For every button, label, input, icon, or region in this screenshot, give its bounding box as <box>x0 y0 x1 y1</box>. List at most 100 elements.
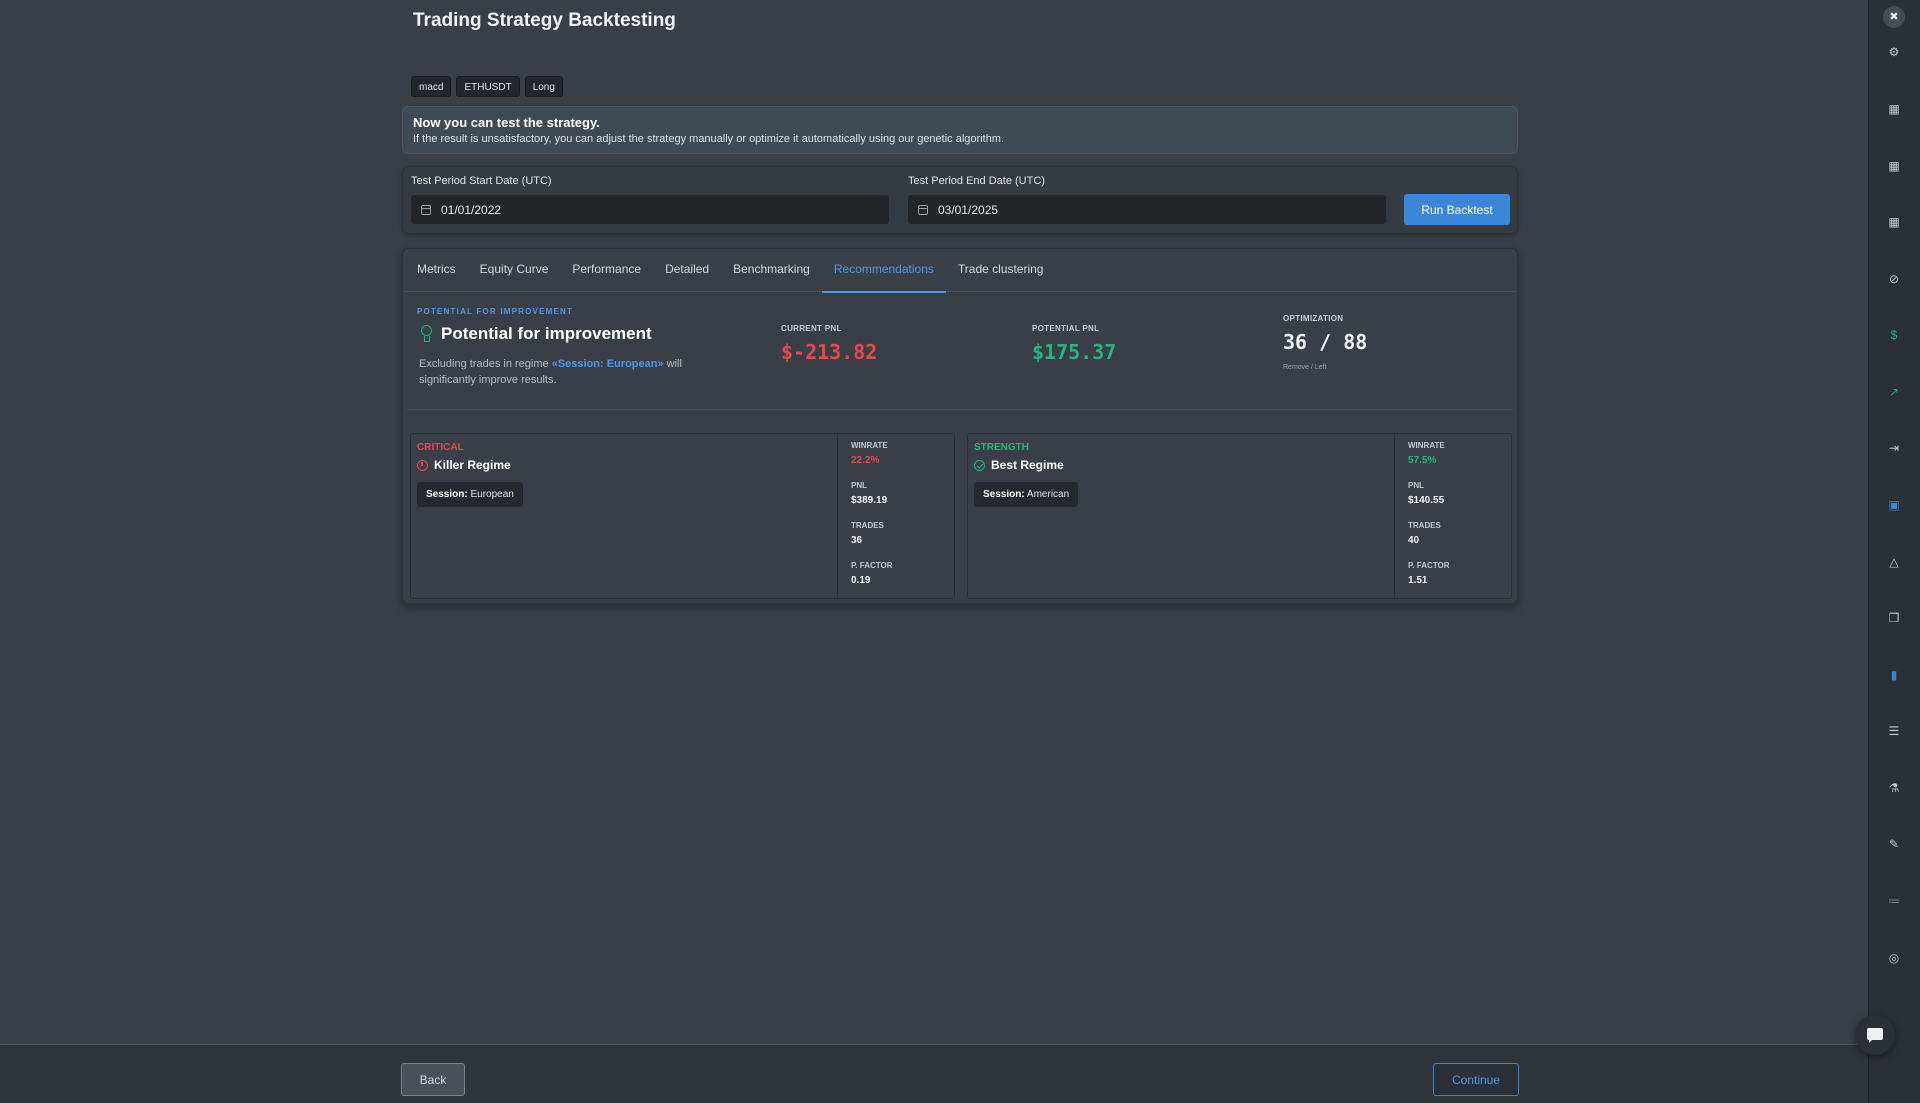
pfactor-stat: P. FACTOR 0.19 <box>851 561 954 601</box>
save-icon[interactable]: ▣ <box>1882 495 1906 515</box>
winrate-value: 57.5% <box>1408 455 1437 466</box>
regime-main: CRITICAL Killer Regime Session: European <box>417 442 523 507</box>
page-title: Trading Strategy Backtesting <box>413 10 676 31</box>
gear-icon[interactable]: ⚙ <box>1882 42 1906 62</box>
winrate-stat: WINRATE 57.5% <box>1408 441 1511 481</box>
check-circle-icon[interactable]: ◎ <box>1882 948 1906 968</box>
pfactor-value: 1.51 <box>1408 575 1428 586</box>
pnl-stat: PNL $140.55 <box>1408 481 1511 521</box>
end-date-label: Test Period End Date (UTC) <box>908 175 1045 187</box>
current-pnl-label: CURRENT PNL <box>781 324 842 333</box>
tab-detailed[interactable]: Detailed <box>653 249 721 292</box>
regime-heading: Best Regime <box>974 458 1078 472</box>
end-date-value: 03/01/2025 <box>938 202 999 217</box>
end-date-group: Test Period End Date (UTC) 03/01/2025 <box>908 175 1386 224</box>
copy-icon[interactable]: ❐ <box>1882 608 1906 628</box>
strategy-tags: macd ETHUSDT Long <box>411 76 563 97</box>
chart-icon[interactable]: ▦ <box>1882 156 1906 176</box>
chart-icon[interactable]: ▦ <box>1882 212 1906 232</box>
session-value: American <box>1026 489 1070 500</box>
pfactor-stat: P. FACTOR 1.51 <box>1408 561 1511 601</box>
list-icon[interactable]: ☰ <box>1882 721 1906 741</box>
regime-stats: WINRATE 57.5% PNL $140.55 TRADES 40 P. F… <box>1394 434 1511 598</box>
trades-label: TRADES <box>851 521 884 530</box>
optimization-label: OPTIMIZATION <box>1283 314 1344 323</box>
tab-metrics[interactable]: Metrics <box>405 249 468 292</box>
check-circle-icon <box>974 459 985 471</box>
tab-recommendations[interactable]: Recommendations <box>821 249 946 293</box>
session-chip: Session: European <box>417 482 523 507</box>
flask-icon[interactable]: ⚗ <box>1882 778 1906 798</box>
thermometer-icon[interactable]: ▮ <box>1882 665 1906 685</box>
regime-name: Best Regime <box>991 458 1064 472</box>
ban-icon[interactable]: ⊘ <box>1882 269 1906 289</box>
tab-benchmarking[interactable]: Benchmarking <box>721 249 822 292</box>
session-key: Session: <box>983 489 1025 500</box>
footer-bar: Back Continue <box>0 1044 1868 1103</box>
tag-symbol: ETHUSDT <box>456 76 520 97</box>
improvement-description: Excluding trades in regime «Session: Eur… <box>419 356 699 388</box>
improvement-eyebrow: POTENTIAL FOR IMPROVEMENT <box>417 307 574 316</box>
current-pnl-metric: CURRENT PNL $-213.82 <box>781 324 877 364</box>
logout-icon[interactable]: ⇥ <box>1882 438 1906 458</box>
back-button[interactable]: Back <box>401 1063 465 1096</box>
potential-pnl-metric: POTENTIAL PNL $175.37 <box>1032 324 1116 364</box>
calendar-icon <box>421 204 431 215</box>
date-range-panel: Test Period Start Date (UTC) 01/01/2022 … <box>402 166 1518 234</box>
calendar-icon <box>918 204 928 215</box>
tab-trade-clustering[interactable]: Trade clustering <box>946 249 1056 292</box>
pnl-label: PNL <box>1408 481 1424 490</box>
trades-stat: TRADES 36 <box>851 521 954 561</box>
chart-icon[interactable]: ▦ <box>1882 99 1906 119</box>
trend-icon[interactable]: ↗ <box>1882 382 1906 402</box>
results-tabs: Metrics Equity Curve Performance Detaile… <box>403 249 1517 293</box>
alert-circle-icon <box>417 459 428 471</box>
optimization-value: 36 / 88 <box>1283 330 1368 354</box>
pfactor-value: 0.19 <box>851 575 871 586</box>
pin-icon[interactable]: ✖ <box>1883 6 1905 28</box>
tab-performance[interactable]: Performance <box>560 249 653 292</box>
chat-button[interactable] <box>1855 1015 1895 1055</box>
session-chip: Session: American <box>974 482 1079 507</box>
start-date-value: 01/01/2022 <box>441 202 502 217</box>
regime-cards: CRITICAL Killer Regime Session: European… <box>410 433 1512 599</box>
regime-kind: CRITICAL <box>417 442 464 453</box>
pnl-value: $140.55 <box>1408 495 1445 506</box>
results-panel: Metrics Equity Curve Performance Detaile… <box>402 248 1518 604</box>
run-backtest-button[interactable]: Run Backtest <box>1404 194 1510 225</box>
info-text: If the result is unsatisfactory, you can… <box>413 133 1005 145</box>
pencil-icon[interactable]: ✎ <box>1882 834 1906 854</box>
winrate-stat: WINRATE 22.2% <box>851 441 954 481</box>
dollar-icon[interactable]: $ <box>1882 325 1906 345</box>
start-date-input[interactable]: 01/01/2022 <box>411 195 889 224</box>
start-date-group: Test Period Start Date (UTC) 01/01/2022 <box>411 175 889 224</box>
winrate-value: 22.2% <box>851 455 880 466</box>
end-date-input[interactable]: 03/01/2025 <box>908 195 1386 224</box>
current-pnl-value: $-213.82 <box>781 340 878 364</box>
potential-pnl-label: POTENTIAL PNL <box>1032 324 1100 333</box>
winrate-label: WINRATE <box>1408 441 1445 450</box>
pnl-stat: PNL $389.19 <box>851 481 954 521</box>
optimization-sublabel: Remove / Left <box>1283 364 1327 371</box>
trades-value: 36 <box>851 535 863 546</box>
potential-pnl-value: $175.37 <box>1032 340 1117 364</box>
session-key: Session: <box>426 489 468 500</box>
continue-button[interactable]: Continue <box>1433 1063 1519 1096</box>
start-date-label: Test Period Start Date (UTC) <box>411 175 552 187</box>
tag-direction: Long <box>524 76 563 97</box>
improvement-summary: POTENTIAL FOR IMPROVEMENT Potential for … <box>407 292 1513 410</box>
regime-highlight: «Session: European» <box>551 358 664 370</box>
warning-icon[interactable]: △ <box>1882 552 1906 572</box>
strength-regime-card: STRENGTH Best Regime Session: American W… <box>967 433 1512 599</box>
winrate-label: WINRATE <box>851 441 888 450</box>
optimization-metric: OPTIMIZATION 36 / 88 Remove / Left <box>1283 314 1367 371</box>
info-banner: Now you can test the strategy. If the re… <box>402 106 1518 154</box>
pnl-label: PNL <box>851 481 867 490</box>
pfactor-label: P. FACTOR <box>1408 561 1450 570</box>
regime-heading: Killer Regime <box>417 458 523 472</box>
regime-name: Killer Regime <box>434 458 511 472</box>
trades-label: TRADES <box>1408 521 1441 530</box>
tab-equity-curve[interactable]: Equity Curve <box>468 249 561 292</box>
checklist-icon[interactable]: ≔ <box>1882 891 1906 911</box>
trades-value: 40 <box>1408 535 1420 546</box>
